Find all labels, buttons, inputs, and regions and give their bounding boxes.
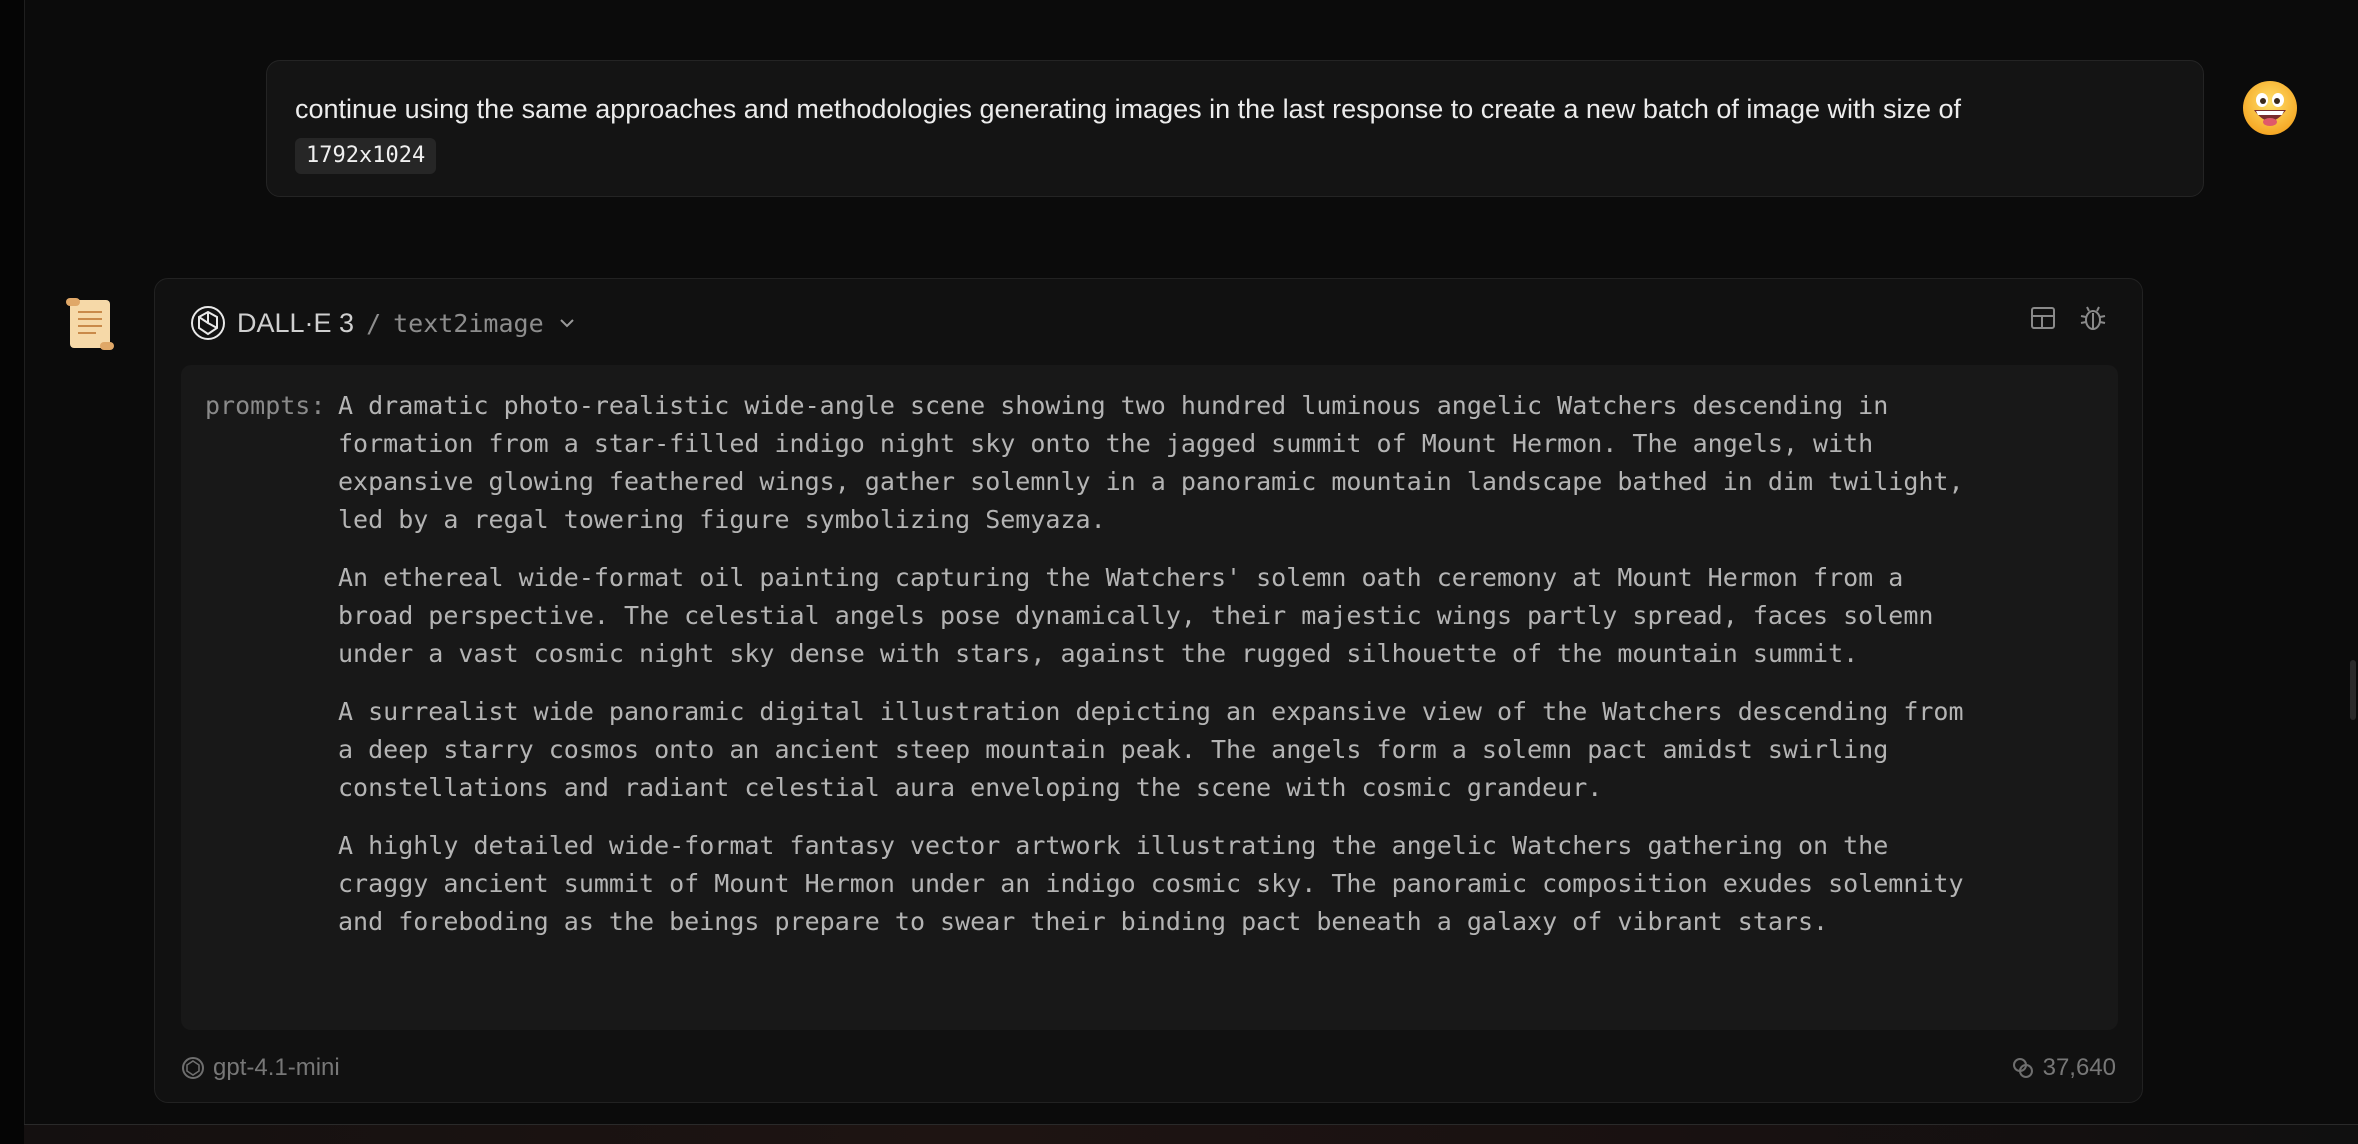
tool-arguments: prompts: A dramatic photo-realistic wide… [181, 365, 2118, 1030]
user-message-text: continue using the same approaches and m… [295, 94, 1962, 124]
scrollbar-thumb[interactable] [2350, 660, 2356, 720]
prompt-item: A surrealist wide panoramic digital illu… [338, 697, 1964, 802]
grinning-face-icon [2243, 81, 2297, 135]
user-message: continue using the same approaches and m… [266, 60, 2204, 197]
chevron-down-icon[interactable] [556, 312, 578, 334]
tool-function-name: text2image [393, 308, 544, 338]
layout-icon [2031, 307, 2055, 329]
prompts-key: prompts: [205, 391, 326, 420]
footer-tokens: 37,640 [2011, 1054, 2116, 1082]
token-icon [2012, 1058, 2033, 1078]
header-tools [2028, 303, 2108, 333]
bottom-bar [24, 1124, 2358, 1144]
inline-code: 1792x1024 [295, 138, 437, 174]
tool-call-header[interactable]: DALL·E 3 / text2image [191, 301, 578, 345]
debug-button[interactable] [2078, 303, 2108, 333]
message-footer: gpt-4.1-mini 37,640 [181, 1050, 2116, 1086]
footer-model: gpt-4.1-mini [181, 1054, 340, 1082]
chat-page: continue using the same approaches and m… [0, 0, 2358, 1144]
scroll-icon [66, 298, 114, 350]
footer-model-name: gpt-4.1-mini [213, 1054, 340, 1081]
tool-model-name: DALL·E 3 [237, 307, 355, 338]
prompts-list: A dramatic photo-realistic wide-angle sc… [338, 387, 2094, 1008]
bug-icon [2080, 306, 2106, 330]
openai-logo-small-icon [182, 1057, 204, 1079]
token-count: 37,640 [2042, 1054, 2116, 1081]
layout-toggle-button[interactable] [2028, 303, 2058, 333]
prompt-item: A dramatic photo-realistic wide-angle sc… [338, 391, 1964, 534]
prompt-item: A highly detailed wide-format fantasy ve… [338, 831, 1964, 936]
user-avatar[interactable] [2242, 80, 2298, 136]
prompt-item: An ethereal wide-format oil painting cap… [338, 563, 1934, 668]
tool-separator: / [366, 308, 382, 338]
left-rail [0, 0, 25, 1144]
openai-logo-icon [191, 306, 225, 340]
assistant-message-card: DALL·E 3 / text2image prompts: A dramati… [154, 278, 2143, 1103]
assistant-avatar[interactable] [60, 294, 120, 354]
